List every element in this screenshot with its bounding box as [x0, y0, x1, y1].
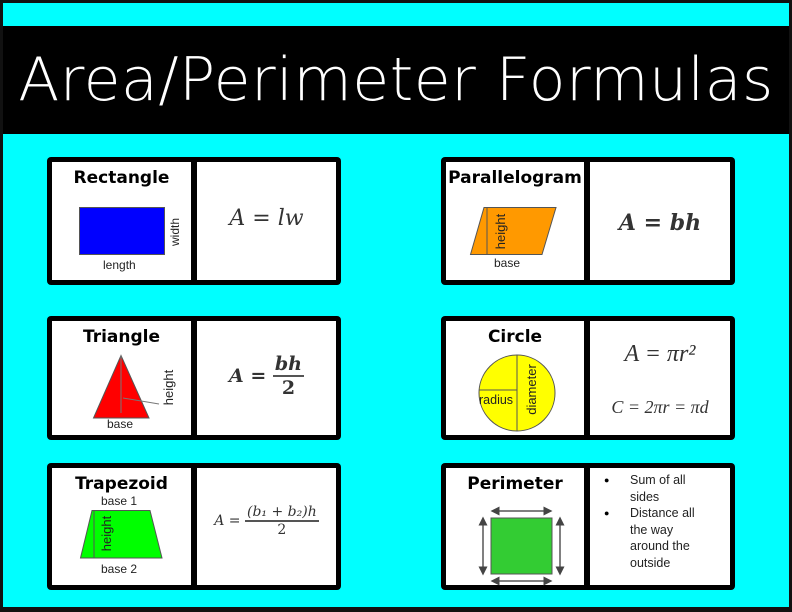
- formula-panel: A = bh: [590, 162, 730, 280]
- height-label: height: [161, 369, 177, 406]
- shape-panel: Rectangle length width: [52, 162, 191, 280]
- area-formula: A = πr²: [624, 341, 696, 367]
- area-formula: A = (b₁ + b₂)h 2: [197, 504, 336, 538]
- perimeter-square: [490, 517, 553, 575]
- rectangle-shape-icon: [79, 207, 165, 255]
- card-rectangle: Rectangle length width A = lw: [47, 157, 341, 285]
- bullet-item: Sum of all sides: [604, 472, 710, 505]
- shape-title: Triangle: [82, 327, 161, 347]
- numerator: bh: [272, 353, 304, 377]
- triangle-shape-icon: [92, 354, 160, 419]
- shape-panel: Perimeter: [446, 468, 584, 586]
- base2-label: base 2: [101, 562, 138, 576]
- card-circle: Circle radius diameter A = πr² C = 2πr =…: [441, 316, 735, 440]
- shape-title: Trapezoid: [75, 474, 168, 494]
- card-parallelogram: Parallelogram height base A = bh: [441, 157, 735, 285]
- card-triangle: Triangle height base A = bh 2: [47, 316, 341, 440]
- length-label: length: [103, 258, 136, 272]
- shape-title: Circle: [487, 327, 543, 347]
- height-label: height: [493, 213, 509, 250]
- shape-panel: Parallelogram height base: [446, 162, 584, 280]
- perimeter-bullets: Sum of all sides Distance all the way ar…: [590, 472, 710, 571]
- denominator: 2: [277, 522, 287, 538]
- parallelogram-shape: [469, 207, 557, 255]
- base-label: base: [494, 256, 521, 270]
- perimeter-square-icon: [478, 506, 565, 586]
- formula-fraction: bh 2: [272, 353, 304, 399]
- shape-panel: Triangle height base: [52, 321, 191, 435]
- shape-title: Rectangle: [73, 168, 170, 188]
- area-formula: A = lw: [229, 206, 304, 231]
- page-title: Area/Perimeter Formulas: [3, 26, 789, 134]
- parallelogram-shape-icon: [469, 207, 557, 255]
- area-formula: A = bh 2: [197, 353, 336, 399]
- trapezoid-shape: [79, 510, 163, 559]
- shape-panel: Trapezoid base 1 height base 2: [52, 468, 191, 585]
- diameter-label: diameter: [523, 364, 539, 415]
- bullet-item: Distance all the way around the outside: [604, 505, 710, 571]
- card-trapezoid: Trapezoid base 1 height base 2 A = (b₁ +…: [47, 463, 341, 590]
- formula-panel: A = (b₁ + b₂)h 2: [197, 468, 336, 585]
- area-formula: A = bh: [618, 210, 702, 236]
- trapezoid-shape-icon: [79, 510, 163, 559]
- formula-fraction: (b₁ + b₂)h 2: [245, 504, 319, 538]
- formula-panel: A = lw: [197, 162, 336, 280]
- height-label: height: [99, 515, 115, 552]
- denominator: 2: [281, 377, 296, 399]
- definition-panel: Sum of all sides Distance all the way ar…: [590, 468, 730, 585]
- shape-title: Parallelogram: [448, 168, 582, 188]
- base-label: base: [107, 417, 134, 431]
- formula-panel: A = bh 2: [197, 321, 336, 435]
- width-label: width: [168, 217, 183, 247]
- formula-lhs: A =: [228, 365, 267, 387]
- numerator: (b₁ + b₂)h: [245, 504, 319, 522]
- radius-label: radius: [479, 393, 514, 407]
- rectangle-shape: [79, 207, 165, 255]
- shape-title: Perimeter: [467, 474, 563, 494]
- shape-panel: Circle radius diameter: [446, 321, 584, 435]
- formula-lhs: A =: [214, 513, 241, 529]
- circumference-formula: C = 2πr = πd: [611, 397, 709, 417]
- base1-label: base 1: [101, 494, 138, 508]
- formula-panel: A = πr² C = 2πr = πd: [590, 321, 730, 435]
- card-perimeter: Perimeter Sum of all sides Distance all …: [441, 463, 735, 590]
